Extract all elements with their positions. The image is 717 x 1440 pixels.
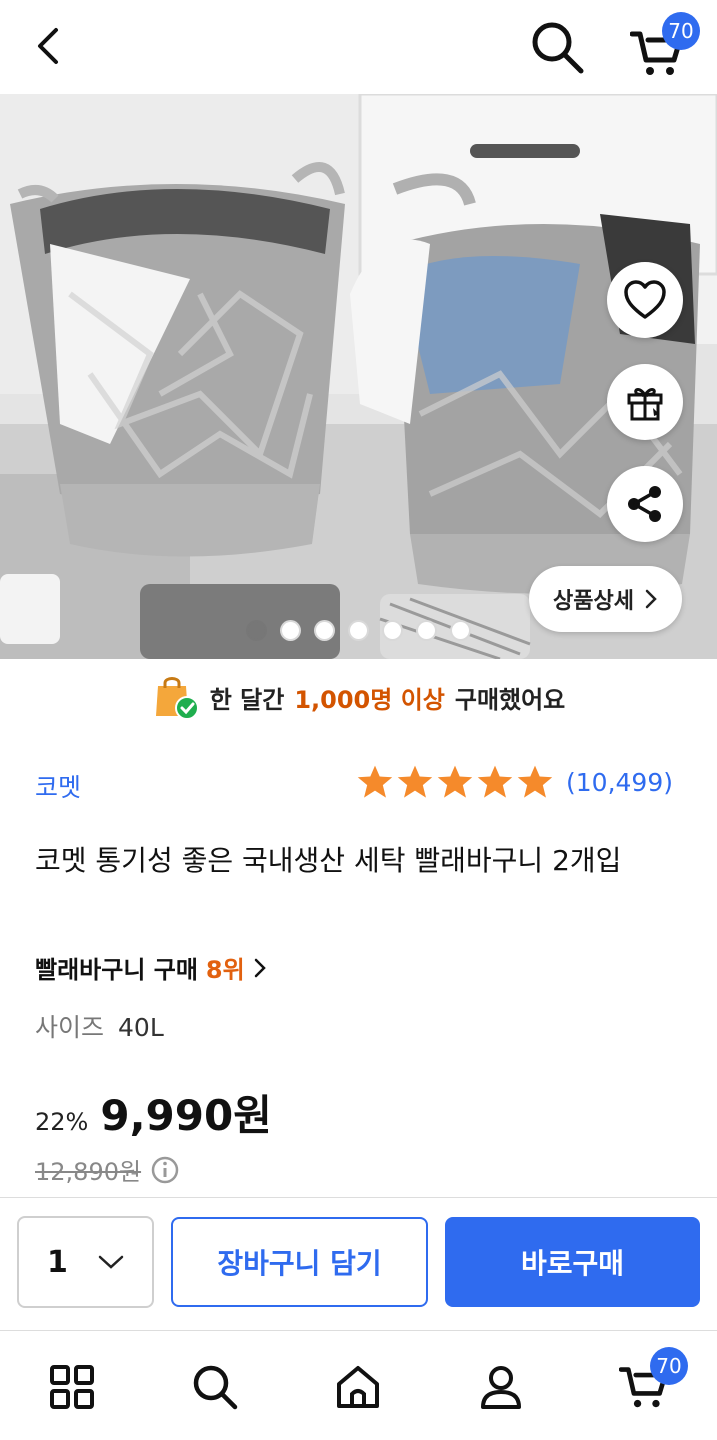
rank-label: 빨래바구니 구매 [35, 956, 198, 984]
brand-link[interactable]: 코멧 [35, 768, 81, 804]
product-detail-button[interactable]: 상품상세 [529, 566, 682, 632]
carousel-dot [416, 620, 437, 641]
carousel-dot [280, 620, 301, 641]
heart-icon [624, 280, 666, 319]
star-icon [357, 765, 393, 798]
quantity-value: 1 [47, 1244, 68, 1280]
buy-now-button[interactable]: 바로구매 [445, 1217, 700, 1307]
chevron-right-icon [254, 958, 266, 977]
top-header: 70 [0, 0, 717, 94]
carousel-dot [450, 620, 471, 641]
nav-home[interactable] [326, 1355, 390, 1419]
nav-search[interactable] [183, 1355, 247, 1419]
search-icon [193, 1365, 238, 1410]
carousel-dot [246, 620, 267, 641]
gift-icon [627, 388, 663, 421]
quantity-select[interactable]: 1 [17, 1216, 154, 1308]
category-icon [50, 1365, 94, 1409]
rating-summary[interactable]: (10,499) [356, 764, 673, 800]
sale-price: 9,990원 [100, 1091, 272, 1140]
price-row: 22% 9,990원 [35, 1082, 272, 1143]
carousel-dot [382, 620, 403, 641]
share-icon [628, 486, 661, 522]
option-label: 사이즈 [35, 1013, 105, 1042]
cart-button[interactable]: 70 [626, 12, 700, 80]
star-icon [437, 765, 473, 798]
carousel-dot [314, 620, 335, 641]
ranking-link[interactable]: 빨래바구니 구매 8위 [35, 950, 267, 985]
star-icon [397, 765, 433, 798]
purchase-bar: 1 장바구니 담기 바로구매 [0, 1197, 717, 1327]
purchase-count-banner: 한 달간 1,000명 이상 구매했어요 [0, 659, 717, 735]
review-count: (10,499) [566, 767, 673, 797]
nav-category[interactable] [40, 1355, 104, 1419]
info-icon[interactable] [151, 1156, 179, 1184]
nav-my-page[interactable] [469, 1355, 533, 1419]
banner-text-pre: 한 달간 [209, 685, 285, 714]
wishlist-button[interactable] [607, 262, 683, 338]
carousel-indicator [246, 620, 471, 641]
user-icon [481, 1366, 521, 1409]
star-icon [477, 765, 513, 798]
banner-text-post: 구매했어요 [454, 685, 566, 714]
back-button[interactable] [22, 18, 78, 74]
shopping-bag-check-icon [155, 677, 199, 720]
home-icon [337, 1366, 379, 1408]
product-detail-label: 상품상세 [553, 589, 634, 614]
cart-count-badge: 70 [650, 1347, 688, 1385]
share-button[interactable] [607, 466, 683, 542]
bottom-navigation: 70 [0, 1330, 717, 1440]
product-image-carousel[interactable]: 상품상세 [0, 94, 717, 659]
star-icon [517, 765, 553, 798]
cart-count-badge: 70 [662, 12, 700, 50]
nav-cart[interactable]: 70 [612, 1347, 688, 1419]
add-to-cart-button[interactable]: 장바구니 담기 [171, 1217, 428, 1307]
gift-button[interactable] [607, 364, 683, 440]
chevron-right-icon [645, 589, 657, 609]
discount-rate: 22% [35, 1108, 89, 1136]
carousel-dot [348, 620, 369, 641]
banner-highlight: 1,000명 이상 [294, 685, 445, 714]
chevron-down-icon [98, 1255, 124, 1269]
rank-value: 8위 [205, 956, 245, 984]
search-icon [532, 22, 584, 74]
product-title: 코멧 통기성 좋은 국내생산 세탁 빨래바구니 2개입 [35, 844, 622, 877]
original-price: 12,890원 [35, 1158, 142, 1186]
option-value: 40L [118, 1013, 164, 1042]
search-button[interactable] [526, 16, 588, 78]
original-price-row: 12,890원 [35, 1152, 179, 1187]
size-option: 사이즈 40L [35, 1008, 164, 1044]
chevron-left-icon [38, 28, 58, 64]
